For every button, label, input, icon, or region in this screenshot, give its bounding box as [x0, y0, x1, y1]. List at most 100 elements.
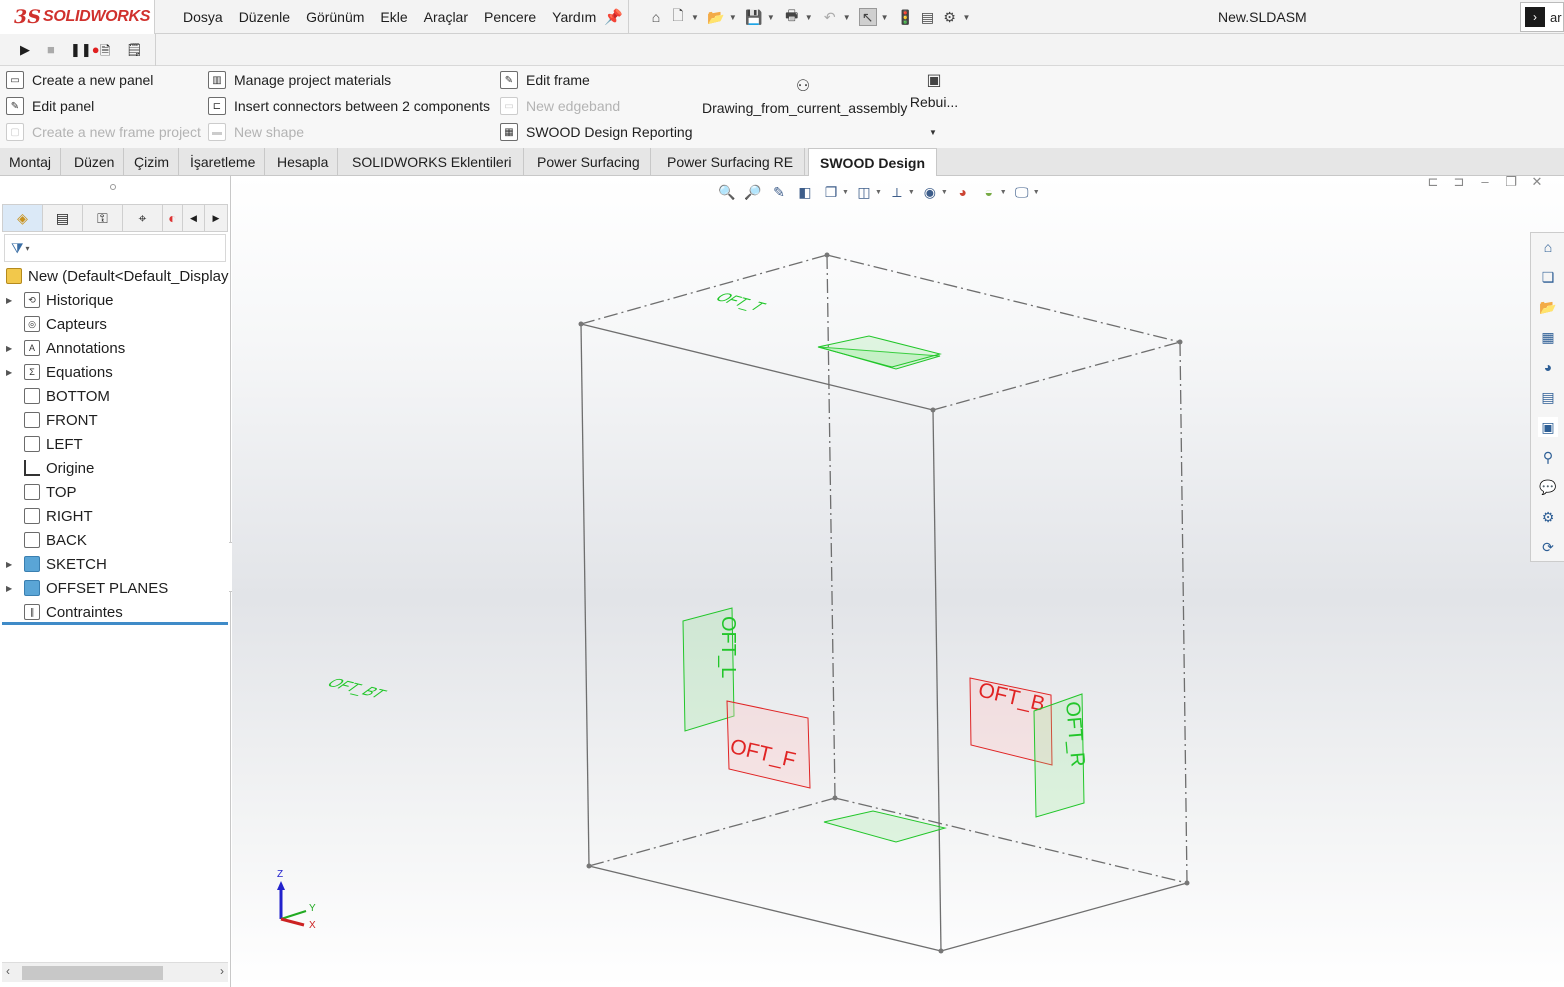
tab-hesapla[interactable]: Hesapla [268, 148, 339, 176]
tree-item[interactable]: BOTTOM [0, 384, 110, 408]
scroll-left-arrow-icon[interactable]: ‹ [6, 964, 10, 978]
save-icon[interactable]: 💾 [745, 8, 763, 26]
tree-item[interactable]: LEFT [0, 432, 83, 456]
tree-item[interactable]: ∥ Contraintes [0, 600, 123, 624]
record-macro-icon[interactable]: ❚❚● [70, 42, 100, 58]
tab-duzen[interactable]: Düzen [65, 148, 125, 176]
chevron-down-icon[interactable]: ▼ [691, 13, 699, 22]
open-folder-icon[interactable]: 📂 [707, 8, 725, 26]
traffic-light-icon[interactable]: 🚦 [897, 8, 915, 26]
tree-item[interactable]: FRONT [0, 408, 98, 432]
expand-arrow-icon[interactable]: ▶ [6, 296, 16, 305]
tab-solidworks-eklentileri[interactable]: SOLIDWORKS Eklentileri [340, 148, 525, 176]
ribbon-expand-icon[interactable]: ▼ [929, 128, 937, 137]
tab-cizim[interactable]: Çizim [125, 148, 179, 176]
tree-item[interactable]: Origine [0, 456, 94, 480]
file-properties-icon[interactable]: ▤ [919, 8, 937, 26]
tab-power-surfacing[interactable]: Power Surfacing [527, 148, 651, 176]
horizontal-scrollbar[interactable]: ‹ › [2, 962, 228, 982]
feature-tree-tab-icon[interactable]: ◈ [3, 205, 43, 231]
print-icon[interactable]: 🖶 [783, 7, 801, 26]
tree-item[interactable]: ▶ SKETCH [0, 552, 107, 576]
menu-duzenle[interactable]: Düzenle [239, 9, 290, 25]
design-library-icon[interactable]: ❏ [1538, 267, 1558, 287]
expand-arrow-icon[interactable]: ▶ [6, 584, 16, 593]
solidworks-logo[interactable]: 3S SOLIDWORKS [0, 0, 155, 34]
chevron-down-icon[interactable]: ▾ [26, 244, 30, 253]
edit-macro-icon[interactable]: 🗒 [126, 42, 143, 58]
tree-item[interactable]: ◎ Capteurs [0, 312, 107, 336]
tree-item[interactable]: TOP [0, 480, 77, 504]
new-edgeband-button[interactable]: ▭ New edgeband [500, 95, 620, 117]
scroll-right-arrow-icon[interactable]: › [220, 964, 224, 978]
menu-gorunum[interactable]: Görünüm [306, 9, 364, 25]
chevron-down-icon[interactable]: ▼ [843, 13, 851, 22]
pin-icon[interactable]: 📌 [604, 8, 623, 26]
graphics-area[interactable]: 🔍 🔎 ✎ ◧ ❐ ▼ ◫ ▼ ⟂ ▼ ◉ ▼ ◕ ◒ ▼ 🖵 ▼ ⊏ ⊐ – ❐ ✕ [232, 176, 1564, 987]
forum-icon[interactable]: 💬 [1538, 477, 1558, 497]
tab-swood-design[interactable]: SWOOD Design [808, 148, 938, 177]
panel-grip-icon[interactable] [110, 184, 116, 190]
create-frame-project-button[interactable]: ▢ Create a new frame project [6, 121, 201, 143]
connector-icon: ⊏ [208, 97, 226, 115]
expand-arrow-icon[interactable]: ▶ [6, 560, 16, 569]
new-shape-button[interactable]: ▬ New shape [208, 121, 304, 143]
tree-item[interactable]: BACK [0, 528, 87, 552]
edit-panel-button[interactable]: ✎ Edit panel [6, 95, 94, 117]
scroll-left-icon[interactable]: ◀ [183, 205, 205, 231]
tab-montaj[interactable]: Montaj [0, 148, 62, 176]
configuration-manager-tab-icon[interactable]: ⚿ [83, 205, 123, 231]
custom-properties-icon[interactable]: ▤ [1538, 387, 1558, 407]
swood-tools-icon[interactable]: ⚲ [1538, 447, 1558, 467]
tab-isaretleme[interactable]: İşaretleme [181, 148, 266, 176]
chevron-down-icon[interactable]: ▼ [881, 13, 889, 22]
insert-connectors-button[interactable]: ⊏ Insert connectors between 2 components [208, 95, 490, 117]
command-search[interactable]: › ar [1520, 2, 1564, 32]
design-reporting-button[interactable]: ▦ SWOOD Design Reporting [500, 121, 693, 143]
tab-power-surfacing-re[interactable]: Power Surfacing RE [656, 148, 806, 176]
home-icon[interactable]: ⌂ [647, 8, 665, 26]
home-icon[interactable]: ⌂ [1538, 237, 1558, 257]
swood-icon[interactable]: ▣ [1538, 417, 1558, 437]
scrollbar-thumb[interactable] [22, 966, 163, 980]
menu-yardim[interactable]: Yardım [552, 9, 596, 25]
chevron-down-icon[interactable]: ▼ [729, 13, 737, 22]
dimxpert-tab-icon[interactable]: ⌖ [123, 205, 163, 231]
tree-item[interactable]: ▶ A Annotations [0, 336, 125, 360]
chevron-down-icon[interactable]: ▼ [963, 13, 971, 22]
expand-arrow-icon[interactable]: ▶ [6, 344, 16, 353]
expand-arrow-icon[interactable]: ▶ [6, 368, 16, 377]
menu-dosya[interactable]: Dosya [183, 9, 223, 25]
drawing-from-assembly-button[interactable]: ⚇ Drawing_from_current_assembly [702, 76, 907, 116]
undo-icon[interactable]: ↶ [821, 8, 839, 26]
tree-item[interactable]: RIGHT [0, 504, 93, 528]
edit-frame-button[interactable]: ✎ Edit frame [500, 69, 590, 91]
chevron-down-icon[interactable]: ▼ [805, 13, 813, 22]
manage-materials-button[interactable]: ▥ Manage project materials [208, 69, 391, 91]
settings-icon[interactable]: ⚙ [1538, 507, 1558, 527]
file-explorer-icon[interactable]: 📂 [1538, 297, 1558, 317]
tree-filter[interactable]: ⧩ ▾ [4, 234, 226, 262]
appearances-icon[interactable]: ◕ [1538, 357, 1558, 377]
new-document-icon[interactable]: 🗋 [669, 7, 687, 26]
tree-item[interactable]: ▶ ⟲ Historique [0, 288, 114, 312]
view-palette-icon[interactable]: ▦ [1538, 327, 1558, 347]
gear-icon[interactable]: ⚙ [941, 8, 959, 26]
tree-root-assembly[interactable]: New (Default<Default_Display [0, 264, 229, 288]
menu-ekle[interactable]: Ekle [380, 9, 407, 25]
refresh-icon[interactable]: ⟳ [1538, 537, 1558, 557]
chevron-down-icon[interactable]: ▼ [767, 13, 775, 22]
scroll-right-icon[interactable]: ▶ [205, 205, 227, 231]
run-macro-icon[interactable]: ▶ [20, 42, 30, 58]
select-arrow-icon[interactable]: ↖ [858, 8, 877, 26]
stop-macro-icon[interactable]: ■ [47, 42, 55, 57]
menu-araclar[interactable]: Araçlar [424, 9, 468, 25]
new-macro-icon[interactable]: 🗎 [100, 42, 110, 64]
tree-item[interactable]: ▶ OFFSET PLANES [0, 576, 168, 600]
menu-pencere[interactable]: Pencere [484, 9, 536, 25]
tree-item[interactable]: ▶ Σ Equations [0, 360, 113, 384]
property-manager-tab-icon[interactable]: ▤ [43, 205, 83, 231]
create-panel-button[interactable]: ▭ Create a new panel [6, 69, 153, 91]
rebuild-button[interactable]: ▣ Rebui... [908, 70, 960, 110]
display-manager-tab-icon[interactable]: ◐ [163, 205, 183, 231]
